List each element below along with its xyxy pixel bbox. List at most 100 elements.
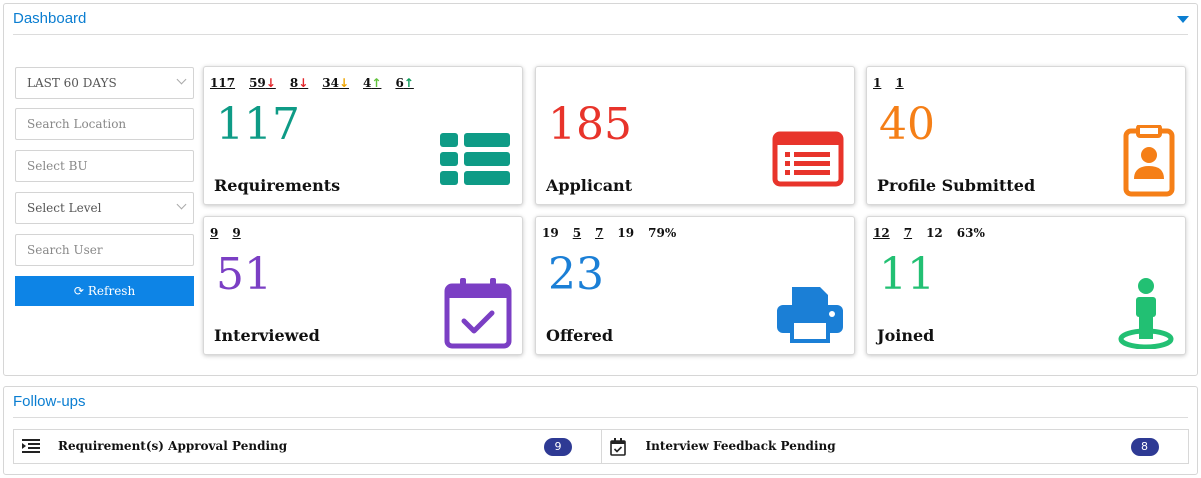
bu-select-input[interactable] [15,150,194,182]
card-label: Offered [546,326,614,345]
stat-link[interactable]: 9 [232,225,240,241]
arrow-down-icon: ↓ [338,76,350,90]
stat-link[interactable]: 9 [210,225,218,241]
card-value: 11 [879,249,935,300]
stat-value: 4 [363,76,372,90]
chevron-down-icon [176,74,187,85]
card-offered[interactable]: 19 5 7 19 79% 23 Offered [535,216,855,355]
calendar-check-icon [444,278,512,349]
stat-link[interactable]: 117 [210,75,235,91]
card-label: Interviewed [214,326,320,345]
id-card-icon [772,131,844,187]
refresh-icon: ⟳ [73,284,84,298]
stat-link[interactable]: 5 [573,225,581,241]
period-select[interactable]: LAST 60 DAYS [15,67,194,99]
card-profile-submitted[interactable]: 11 40 Profile Submitted [866,66,1186,205]
stat-value: 12 [873,226,890,240]
stat-value: 6 [395,76,404,90]
card-stats: 12 7 12 63% [873,225,999,241]
stat-link: 19 [617,225,634,241]
list-icon [440,133,510,185]
card-value: 23 [548,249,604,300]
count-badge: 9 [544,438,572,456]
followup-label: Requirement(s) Approval Pending [58,439,288,453]
stat-link[interactable]: 4 ↑ [363,75,381,91]
refresh-label: Refresh [87,284,136,298]
period-select-value: LAST 60 DAYS [27,76,117,90]
stat-value: 63% [956,226,985,240]
stat-link: 19 [542,225,559,241]
card-stats: 19 5 7 19 79% [542,225,690,241]
person-pin-icon [1118,278,1174,349]
stat-link[interactable]: 34 ↓ [322,75,349,91]
stat-value: 1 [873,76,882,90]
stat-value: 9 [232,226,241,240]
level-select[interactable]: Select Level [15,192,194,224]
card-interviewed[interactable]: 99 51 Interviewed [203,216,523,355]
stat-value: 9 [210,226,219,240]
followups-row: Requirement(s) Approval Pending 9 Interv… [13,429,1189,464]
card-value: 40 [879,99,935,150]
stat-link[interactable]: 1 [873,75,881,91]
card-joined[interactable]: 12 7 12 63% 11 Joined [866,216,1186,355]
divider [13,34,1188,35]
stat-value: 117 [210,76,236,90]
card-requirements[interactable]: 117 59 ↓ 8 ↓ 34 ↓ 4 ↑ 6 ↑ 117 Requirements [203,66,523,205]
card-applicant[interactable]: 185 Applicant [535,66,855,205]
calendar-check-icon [609,438,626,456]
card-label: Joined [877,326,935,345]
followup-item-feedback[interactable]: Interview Feedback Pending 8 [600,430,1189,463]
followups-panel: Follow-ups Requirement(s) Approval Pendi… [3,386,1198,475]
indent-list-icon [22,439,40,453]
stat-link[interactable]: 1 [895,75,903,91]
arrow-down-icon: ↓ [298,76,309,90]
stat-link[interactable]: 12 [873,225,890,241]
stat-link[interactable]: 7 [904,225,912,241]
stat-value: 79% [648,226,677,240]
stat-link[interactable]: 6 ↑ [395,75,413,91]
card-stats: 99 [210,225,255,241]
followup-item-approval[interactable]: Requirement(s) Approval Pending 9 [14,430,601,463]
card-label: Profile Submitted [877,176,1036,195]
stat-value: 19 [617,226,635,240]
stat-value: 19 [542,226,559,240]
card-label: Applicant [546,176,633,195]
card-value: 51 [216,249,272,300]
badge-icon [1123,125,1175,197]
stat-value: 1 [895,76,904,90]
followup-label: Interview Feedback Pending [645,439,836,453]
chevron-down-icon [176,199,187,210]
card-value: 185 [548,99,632,150]
followups-title: Follow-ups [13,393,86,410]
dashboard-panel: Dashboard LAST 60 DAYS Select Level ⟳Ref… [3,3,1198,376]
user-search-input[interactable] [15,234,194,266]
stat-link: 79% [648,225,676,241]
card-stats: 11 [873,75,918,91]
arrow-up-icon: ↑ [371,76,382,90]
refresh-button[interactable]: ⟳ Refresh [15,276,194,306]
stat-link: 63% [957,225,985,241]
stat-value: 59 [249,76,266,90]
stat-link: 12 [926,225,943,241]
level-select-value: Select Level [27,201,102,215]
stat-value: 5 [572,226,582,240]
count-badge: 8 [1130,438,1159,456]
arrow-up-icon: ↑ [403,76,414,90]
collapse-caret-icon[interactable] [1177,16,1189,23]
stat-value: 7 [595,226,604,240]
stat-value: 12 [926,226,943,240]
location-search-input[interactable] [15,108,194,140]
dashboard-title: Dashboard [13,10,87,27]
printer-icon [777,287,843,343]
stat-link[interactable]: 59 ↓ [249,75,276,91]
arrow-down-icon: ↓ [265,76,276,90]
divider [13,417,1188,418]
stat-link[interactable]: 8 ↓ [290,75,308,91]
stat-value: 34 [322,76,339,90]
stat-link[interactable]: 7 [595,225,603,241]
stat-value: 7 [903,226,913,240]
stat-value: 8 [289,76,299,90]
card-stats: 117 59 ↓ 8 ↓ 34 ↓ 4 ↑ 6 ↑ [210,75,428,91]
card-value: 117 [216,99,300,150]
card-label: Requirements [214,176,341,195]
